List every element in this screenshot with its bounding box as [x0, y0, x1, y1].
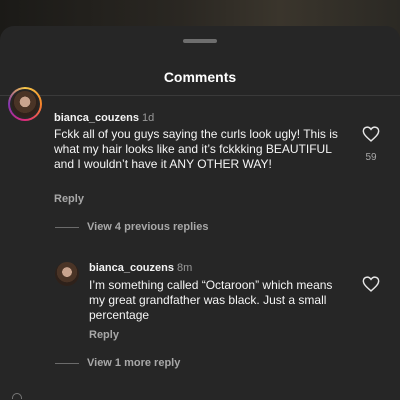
comment-avatar[interactable]	[8, 87, 42, 121]
comment-meta: bianca_couzens 1d	[54, 112, 154, 124]
reply-time: 8m	[176, 262, 193, 274]
reply-username[interactable]: bianca_couzens	[89, 262, 174, 274]
reply-meta: bianca_couzens 8m	[89, 262, 192, 274]
sheet-title: Comments	[163, 69, 237, 85]
comment-username[interactable]: bianca_couzens	[54, 112, 139, 124]
comments-sheet: Comments	[0, 26, 400, 400]
reply-reply-button[interactable]: Reply	[89, 329, 119, 341]
heart-outline-icon[interactable]	[362, 276, 380, 292]
heart-outline-icon[interactable]	[362, 126, 380, 142]
comment-time: 1d	[141, 112, 155, 124]
profile-avatar	[55, 262, 79, 286]
profile-avatar	[12, 91, 38, 117]
view-previous-replies[interactable]: View 4 previous replies	[87, 221, 208, 233]
drag-handle[interactable]	[183, 39, 217, 43]
reply-text: I’m something called “Octaroon” which me…	[89, 278, 333, 322]
comment-text: Fckk all of you guys saying the curls lo…	[54, 127, 338, 171]
replies-divider-line	[55, 227, 79, 228]
partial-avatar-icon	[12, 393, 22, 399]
reply-avatar[interactable]	[55, 262, 79, 286]
more-replies-divider-line	[55, 363, 79, 364]
view-more-replies[interactable]: View 1 more reply	[87, 357, 180, 369]
comment-like-count: 59	[365, 152, 377, 163]
header-divider	[0, 95, 400, 96]
comment-reply-button[interactable]: Reply	[54, 193, 84, 205]
